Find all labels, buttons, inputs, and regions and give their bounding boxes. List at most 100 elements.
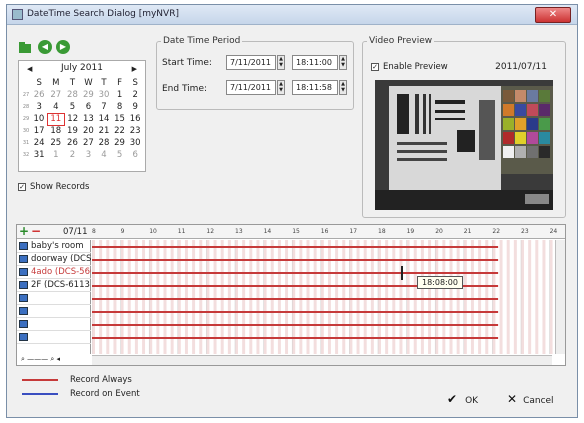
calendar-day[interactable]: 26 bbox=[31, 89, 47, 101]
calendar-day[interactable]: 24 bbox=[31, 137, 47, 149]
end-time-spinner[interactable]: ▲ ▼ bbox=[339, 80, 347, 95]
show-records-checkbox[interactable]: ✓ Show Records bbox=[18, 182, 89, 192]
camera-row[interactable]: 2F (DCS-6113 bbox=[17, 279, 91, 292]
start-date-spinner[interactable]: ▲ ▼ bbox=[277, 55, 285, 70]
end-date-spinner[interactable]: ▲ ▼ bbox=[277, 80, 285, 95]
next-month-icon[interactable]: ▶ bbox=[132, 65, 137, 73]
calendar-day[interactable]: 18 bbox=[47, 125, 64, 137]
zoom-out-icon[interactable]: − bbox=[31, 225, 41, 237]
calendar-day[interactable]: 29 bbox=[81, 89, 97, 101]
calendar-day[interactable]: 2 bbox=[64, 149, 80, 161]
video-preview-image bbox=[375, 80, 553, 210]
camera-row[interactable] bbox=[17, 331, 91, 344]
grid-band bbox=[349, 240, 353, 354]
cursor-time-tooltip: 18:08:00 bbox=[417, 276, 463, 289]
calendar-day[interactable]: 30 bbox=[127, 137, 143, 149]
previous-day-button[interactable]: ◀ bbox=[38, 40, 52, 54]
camera-row[interactable]: 4ado (DCS-566 bbox=[17, 266, 91, 279]
calendar-day[interactable]: 28 bbox=[96, 137, 112, 149]
horizontal-scrollbar[interactable] bbox=[92, 355, 552, 365]
calendar-day[interactable]: 20 bbox=[81, 125, 97, 137]
calendar-day[interactable]: 8 bbox=[112, 101, 128, 113]
camera-row[interactable] bbox=[17, 292, 91, 305]
weekday-header: T bbox=[101, 78, 107, 88]
calendar-day[interactable]: 12 bbox=[64, 113, 80, 125]
calendar-day[interactable]: 15 bbox=[112, 113, 128, 125]
weekday-header: S bbox=[132, 78, 138, 88]
ok-button[interactable]: ✔ OK bbox=[446, 388, 494, 410]
camera-row[interactable] bbox=[17, 318, 91, 331]
camera-row[interactable] bbox=[17, 305, 91, 318]
weekday-header: M bbox=[52, 78, 60, 88]
zoom-in-icon[interactable]: + bbox=[19, 225, 29, 237]
calendar-day[interactable]: 31 bbox=[31, 149, 47, 161]
grid-band bbox=[549, 240, 553, 354]
zoom-slider[interactable]: ⌕ ——— ⌕ ◂ bbox=[21, 355, 89, 365]
grid-band bbox=[456, 240, 460, 354]
start-date-input[interactable]: 7/11/2011 bbox=[226, 55, 276, 70]
hour-tick-label: 24 bbox=[549, 228, 558, 235]
calendar-day[interactable]: 1 bbox=[47, 149, 64, 161]
calendar-day[interactable]: 9 bbox=[127, 101, 143, 113]
calendar-day[interactable]: 2 bbox=[127, 89, 143, 101]
end-time-input[interactable]: 18:11:58 bbox=[292, 80, 338, 95]
calendar-day[interactable]: 28 bbox=[64, 89, 80, 101]
grid-band bbox=[313, 240, 317, 354]
calendar-day[interactable]: 11 bbox=[46, 112, 65, 126]
folder-icon[interactable] bbox=[18, 40, 32, 54]
close-button[interactable]: ✕ bbox=[535, 7, 571, 23]
enable-preview-checkbox[interactable]: ✓ Enable Preview bbox=[371, 62, 448, 72]
hour-tick-label: 9 bbox=[120, 228, 125, 235]
prev-month-icon[interactable]: ◀ bbox=[27, 65, 32, 73]
calendar-day[interactable]: 14 bbox=[96, 113, 112, 125]
calendar-day[interactable]: 13 bbox=[81, 113, 97, 125]
calendar-day[interactable]: 25 bbox=[47, 137, 64, 149]
calendar-day[interactable]: 29 bbox=[112, 137, 128, 149]
grid-band bbox=[435, 240, 439, 354]
grid-band bbox=[370, 240, 374, 354]
calendar-day[interactable]: 23 bbox=[127, 125, 143, 137]
vertical-scrollbar[interactable] bbox=[555, 240, 565, 354]
record-always-line bbox=[92, 324, 499, 326]
date-time-period-group: Date Time Period bbox=[156, 36, 354, 110]
calendar-day[interactable]: 10 bbox=[31, 113, 47, 125]
start-time-spinner[interactable]: ▲ ▼ bbox=[339, 55, 347, 70]
calendar-day[interactable]: 27 bbox=[81, 137, 97, 149]
zoom-out-magnifier-icon: ⌕ bbox=[21, 355, 25, 363]
calendar-day[interactable]: 1 bbox=[112, 89, 128, 101]
grid-band bbox=[363, 240, 367, 354]
time-cursor[interactable] bbox=[401, 266, 403, 280]
calendar-day[interactable]: 16 bbox=[127, 113, 143, 125]
calendar-day[interactable]: 21 bbox=[96, 125, 112, 137]
grid-band bbox=[385, 240, 389, 354]
window-title: DateTime Search Dialog [myNVR] bbox=[27, 9, 179, 19]
calendar-day[interactable]: 27 bbox=[47, 89, 64, 101]
timeline-area[interactable]: 18:08:00 bbox=[92, 240, 564, 354]
calendar-day[interactable]: 3 bbox=[81, 149, 97, 161]
cancel-button[interactable]: ✕ Cancel bbox=[506, 388, 570, 410]
calendar-day[interactable]: 6 bbox=[127, 149, 143, 161]
calendar-day[interactable]: 3 bbox=[31, 101, 47, 113]
start-time-input[interactable]: 18:11:00 bbox=[292, 55, 338, 70]
grid-band bbox=[235, 240, 238, 354]
calendar-day[interactable]: 4 bbox=[47, 101, 64, 113]
calendar-day[interactable]: 7 bbox=[96, 101, 112, 113]
next-day-button[interactable]: ▶ bbox=[56, 40, 70, 54]
calendar-day[interactable]: 22 bbox=[112, 125, 128, 137]
calendar-day[interactable]: 5 bbox=[64, 101, 80, 113]
calendar-day[interactable]: 30 bbox=[96, 89, 112, 101]
calendar-day[interactable]: 26 bbox=[64, 137, 80, 149]
hour-tick-label: 22 bbox=[492, 228, 501, 235]
hour-tick-label: 19 bbox=[406, 228, 415, 235]
zoom-in-magnifier-icon: ⌕ bbox=[50, 355, 55, 363]
calendar-day[interactable]: 4 bbox=[96, 149, 112, 161]
calendar-day[interactable]: 17 bbox=[31, 125, 47, 137]
calendar-day[interactable]: 19 bbox=[64, 125, 80, 137]
legend-event-label: Record on Event bbox=[70, 389, 140, 399]
camera-row[interactable]: doorway (DCS bbox=[17, 253, 91, 266]
end-date-input[interactable]: 7/11/2011 bbox=[226, 80, 276, 95]
grid-band bbox=[320, 240, 324, 354]
calendar-day[interactable]: 5 bbox=[112, 149, 128, 161]
camera-row[interactable]: baby's room bbox=[17, 240, 91, 253]
calendar-day[interactable]: 6 bbox=[81, 101, 97, 113]
